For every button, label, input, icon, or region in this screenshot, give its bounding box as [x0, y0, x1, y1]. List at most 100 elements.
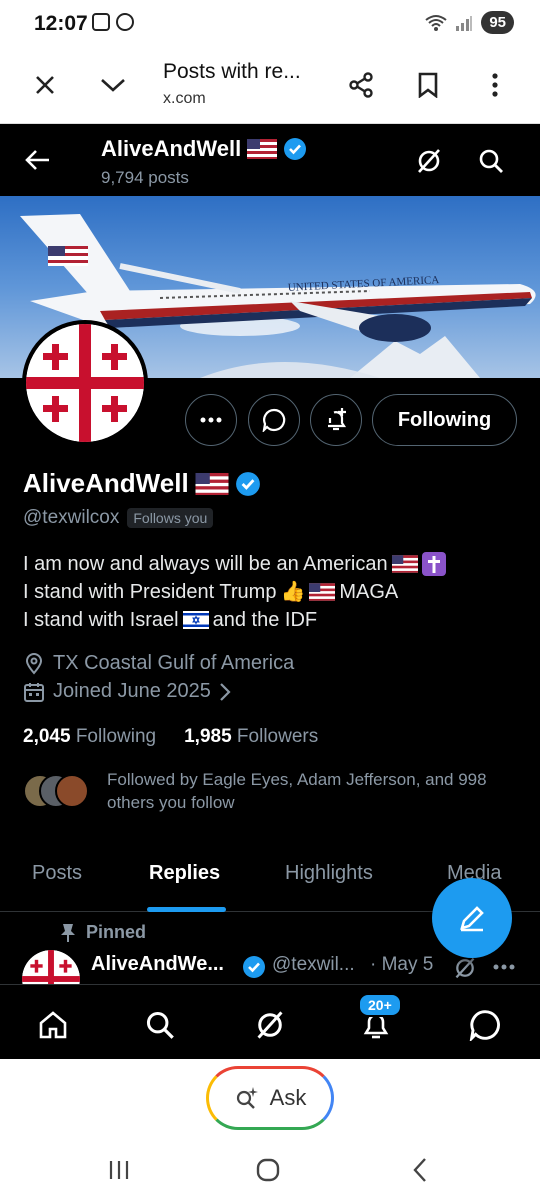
following-count: 2,045: [23, 726, 71, 747]
location-text: TX Coastal Gulf of America: [53, 652, 295, 674]
latin-cross-icon: [421, 552, 446, 576]
more-vert-icon[interactable]: [475, 65, 515, 105]
profile-handle: @texwilcox: [23, 507, 120, 528]
more-horiz-icon[interactable]: [493, 964, 515, 970]
close-icon[interactable]: [25, 65, 65, 105]
wifi-icon: [425, 14, 447, 31]
following-count-link[interactable]: 2,045 Following: [23, 726, 156, 748]
header-name-text: AliveAndWell: [101, 136, 242, 161]
verified-badge-icon: [284, 138, 307, 160]
avatar: [55, 774, 89, 808]
share-icon[interactable]: [341, 65, 381, 105]
search-icon[interactable]: [472, 142, 510, 180]
browser-toolbar: Posts with re... x.com: [0, 46, 540, 124]
more-options-button[interactable]: [185, 394, 237, 446]
post-author-name: AliveAndWe...: [91, 953, 224, 975]
handle-row: @texwilcox Follows you: [23, 507, 214, 529]
chat-bubble-icon: [262, 408, 286, 432]
bookmark-icon[interactable]: [408, 65, 448, 105]
ask-label: Ask: [269, 1085, 307, 1110]
bottom-navigation: 20+: [0, 984, 540, 1059]
location-row: TX Coastal Gulf of America: [23, 652, 294, 675]
ask-button[interactable]: Ask: [206, 1066, 334, 1130]
grok-icon[interactable]: [410, 142, 448, 180]
status-bar: 12:07 95: [0, 0, 540, 46]
post-date: · May 5: [370, 954, 434, 975]
following-label: Following: [75, 726, 157, 747]
status-right: 95: [425, 11, 514, 34]
bio-text: and the IDF: [212, 609, 318, 631]
thumbs-up-icon: 👍: [280, 581, 306, 603]
page-url: x.com: [163, 90, 206, 107]
followers-count: 1,985: [184, 726, 232, 747]
grok-icon[interactable]: [453, 956, 477, 980]
tab-replies[interactable]: Replies: [149, 862, 220, 885]
notify-button[interactable]: [310, 394, 362, 446]
joined-text: Joined June 2025: [53, 680, 211, 702]
follows-you-badge: Follows you: [127, 508, 214, 528]
us-flag-icon: [309, 583, 336, 601]
message-button[interactable]: [248, 394, 300, 446]
following-button[interactable]: Following: [372, 394, 517, 446]
x-profile-app: AliveAndWell 9,794 posts UNITED STATES O…: [0, 124, 540, 1059]
system-navigation-bar: [0, 1140, 540, 1200]
pinned-label-row: Pinned: [60, 922, 146, 943]
search-icon[interactable]: [138, 1003, 182, 1047]
battery-indicator: 95: [481, 11, 514, 34]
profile-header-bar: AliveAndWell 9,794 posts: [0, 124, 540, 196]
followed-by-row[interactable]: Followed by Eagle Eyes, Adam Jefferson, …: [23, 768, 497, 814]
profile-name: AliveAndWell: [23, 468, 261, 499]
bio-text: I stand with President Trump: [23, 581, 277, 603]
post-author-handle: @texwil...: [272, 954, 355, 975]
followers-label: Followers: [236, 726, 319, 747]
followed-by-text: Followed by Eagle Eyes, Adam Jefferson, …: [107, 770, 487, 812]
assistant-bar: Ask: [0, 1059, 540, 1140]
notifications-icon[interactable]: 20+: [354, 993, 402, 1047]
page-title: Posts with re...: [163, 60, 301, 83]
bio-text: I stand with Israel: [23, 609, 179, 631]
profile-avatar[interactable]: [22, 320, 148, 446]
follow-counts: 2,045 Following 1,985 Followers: [23, 726, 318, 748]
followers-count-link[interactable]: 1,985 Followers: [184, 726, 318, 748]
bio-line: I am now and always will be an American: [23, 550, 446, 578]
status-notification-icons: [92, 13, 134, 31]
bio-text: I am now and always will be an American: [23, 553, 388, 575]
chevron-down-icon[interactable]: [93, 65, 133, 105]
messages-icon[interactable]: [463, 1003, 507, 1047]
profile-name-text: AliveAndWell: [23, 468, 189, 498]
payment-icon: [116, 13, 134, 31]
location-pin-icon: [25, 652, 43, 675]
sparkle-search-icon: [236, 1087, 258, 1109]
bio-text: MAGA: [339, 581, 399, 603]
tab-highlights[interactable]: Highlights: [285, 862, 373, 885]
pinned-text: Pinned: [86, 922, 147, 942]
header-post-count: 9,794 posts: [101, 168, 189, 187]
pin-icon: [61, 923, 75, 942]
grok-icon[interactable]: [248, 1003, 292, 1047]
tab-posts[interactable]: Posts: [32, 862, 82, 885]
compose-icon: [460, 906, 484, 932]
bio-line: I stand with Israel and the IDF: [23, 606, 446, 634]
notification-badge: 20+: [358, 993, 402, 1017]
signal-icon: [456, 15, 473, 31]
back-icon[interactable]: [400, 1152, 440, 1188]
us-flag-icon: [247, 139, 278, 159]
recents-icon[interactable]: [99, 1152, 139, 1188]
profile-bio: I am now and always will be an American …: [23, 550, 446, 634]
israel-flag-icon: [182, 611, 209, 629]
us-flag-icon: [195, 472, 229, 495]
back-arrow-icon[interactable]: [18, 140, 58, 180]
compose-button[interactable]: [432, 878, 512, 958]
followed-by-avatars: [23, 774, 93, 810]
screenshot-icon: [92, 13, 110, 31]
active-tab-indicator: [147, 907, 226, 912]
home-icon[interactable]: [31, 1003, 75, 1047]
us-flag-icon: [391, 555, 418, 573]
bell-plus-icon: [328, 408, 347, 431]
header-profile-name: AliveAndWell: [101, 136, 307, 162]
home-button-icon[interactable]: [248, 1152, 288, 1188]
more-horiz-icon: [200, 417, 222, 423]
verified-badge-icon: [243, 956, 265, 978]
joined-row[interactable]: Joined June 2025: [23, 680, 231, 703]
calendar-icon: [24, 682, 44, 702]
